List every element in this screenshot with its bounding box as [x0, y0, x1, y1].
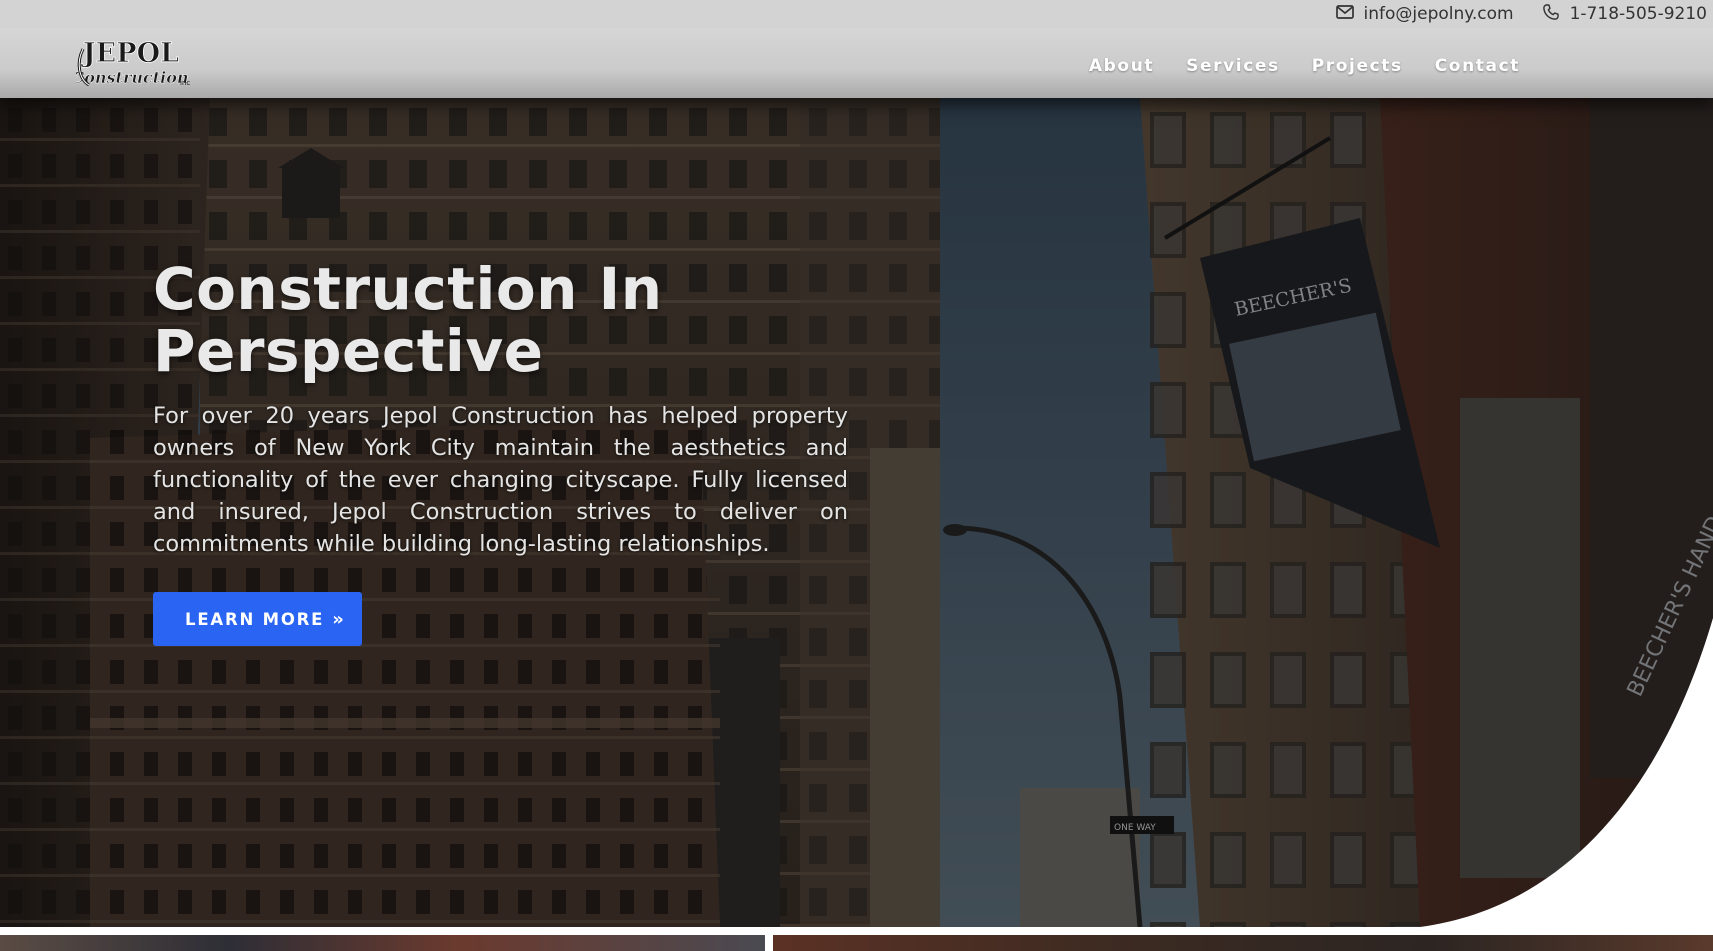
nav-projects[interactable]: Projects [1312, 56, 1403, 76]
top-info-bar: info@jepolny.com 1-718-505-9210 [0, 0, 1713, 28]
main-nav: About Services Projects Contact [1057, 56, 1520, 76]
email-link[interactable]: info@jepolny.com [1364, 4, 1514, 24]
email-contact[interactable]: info@jepolny.com [1335, 4, 1514, 24]
hero-description: For over 20 years Jepol Construction has… [153, 403, 848, 557]
nav-services[interactable]: Services [1186, 56, 1280, 76]
hero-title: Construction In Perspective [153, 255, 663, 385]
envelope-icon [1335, 4, 1364, 24]
logo-line2: Construction [76, 68, 189, 87]
learn-more-button[interactable]: LEARN MORE » [153, 592, 362, 646]
phone-icon [1542, 3, 1570, 26]
project-card-right[interactable] [773, 935, 1713, 951]
hero-content: Construction In Perspective For over 20 … [153, 258, 848, 646]
logo-suffix: inc. [180, 79, 190, 87]
hero-section: BEECHER'S HAND BEECHER'S ONE WAY Constru… [0, 98, 1713, 927]
phone-link[interactable]: 1-718-505-9210 [1570, 4, 1707, 24]
project-card-left[interactable] [0, 935, 765, 951]
nav-about[interactable]: About [1089, 56, 1154, 76]
nav-contact[interactable]: Contact [1435, 56, 1520, 76]
logo-line1: JEPOL [81, 38, 179, 69]
company-logo[interactable]: JEPOL Construction inc. [71, 35, 192, 91]
phone-contact[interactable]: 1-718-505-9210 [1542, 3, 1707, 26]
double-chevron-right-icon: » [332, 608, 344, 630]
site-header: JEPOL Construction inc. About Services P… [0, 28, 1713, 98]
learn-more-label: LEARN MORE [185, 609, 325, 629]
